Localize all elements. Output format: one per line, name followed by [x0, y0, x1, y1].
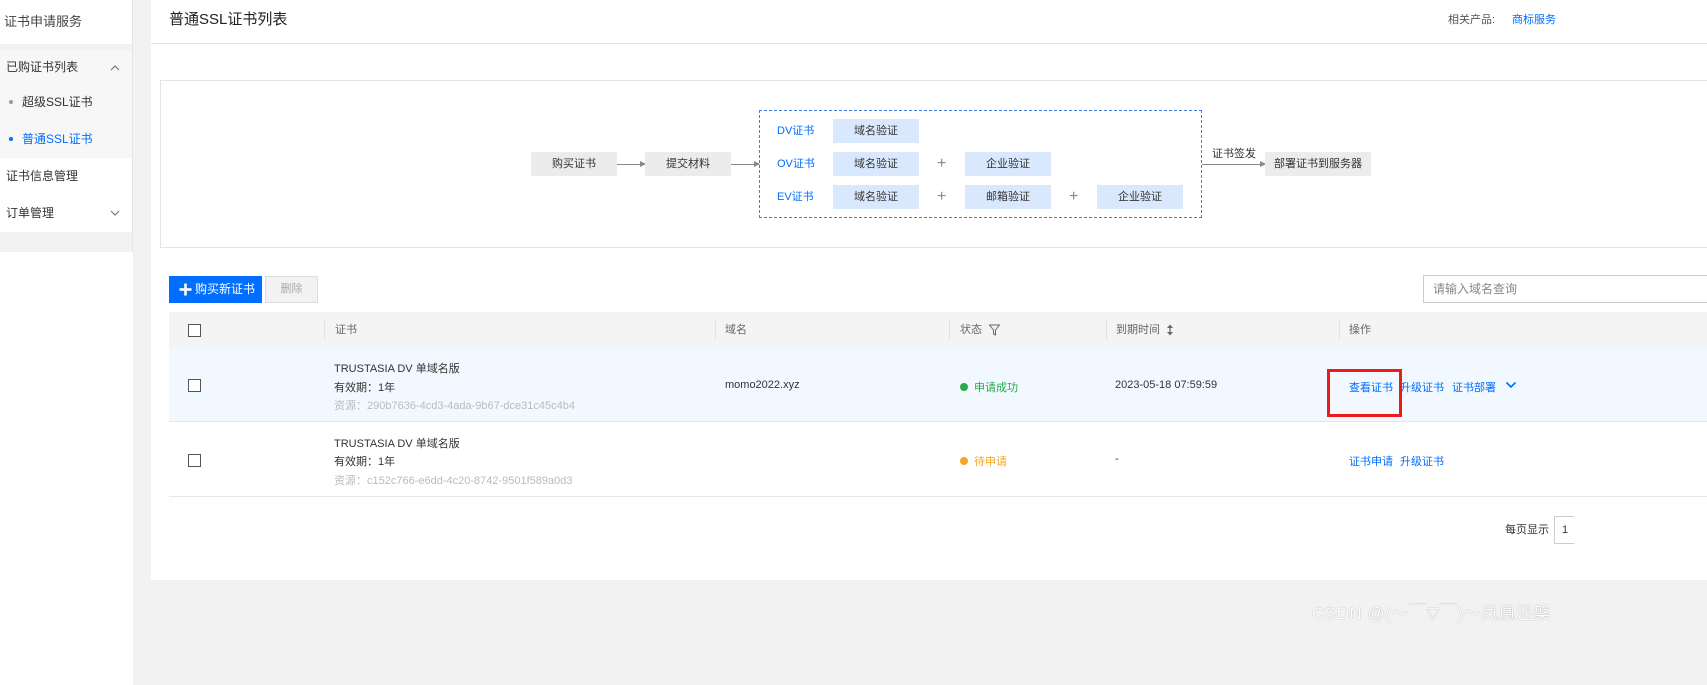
per-page-label: 每页显示	[1505, 524, 1549, 536]
sidebar-item-normal-ssl[interactable]: 普通SSL证书	[0, 121, 132, 158]
plus-icon	[179, 283, 192, 296]
flow-step-domain-verify: 域名验证	[833, 152, 919, 176]
per-page-select[interactable]: 1	[1554, 516, 1574, 544]
domain-search-input[interactable]	[1423, 275, 1707, 303]
flow-label-issue: 证书签发	[1212, 148, 1256, 160]
status-badge: 申请成功	[960, 379, 1018, 395]
row-checkbox[interactable]	[188, 454, 201, 467]
sidebar-item-label: 超级SSL证书	[22, 95, 93, 109]
cert-expiry: -	[1115, 453, 1119, 465]
arrow-icon	[1202, 161, 1266, 167]
page-title: 普通SSL证书列表	[169, 11, 288, 28]
sidebar-item-label: 普通SSL证书	[22, 132, 93, 146]
chevron-down-icon	[110, 210, 120, 216]
status-dot-icon	[960, 383, 968, 391]
flow-step-buy: 购买证书	[531, 152, 617, 176]
cert-name: TRUSTASIA DV 单域名版	[334, 438, 460, 450]
status-text: 待申请	[974, 456, 1007, 468]
flow-label-ov: OV证书	[777, 158, 815, 170]
cert-validity: 有效期：1年	[334, 382, 396, 394]
select-all-checkbox[interactable]	[188, 324, 201, 337]
column-header-status: 状态	[960, 324, 982, 336]
column-header-expiry: 到期时间	[1116, 324, 1160, 336]
sidebar-group-purchased[interactable]: 已购证书列表	[0, 50, 132, 84]
sidebar-group-label: 已购证书列表	[6, 60, 79, 74]
sidebar-item-orders[interactable]: 订单管理	[0, 195, 132, 232]
sidebar-background	[0, 252, 133, 685]
upgrade-cert-link[interactable]: 升级证书	[1400, 453, 1444, 469]
flow-label-dv: DV证书	[777, 125, 815, 137]
buy-new-cert-button[interactable]: 购买新证书	[169, 276, 262, 303]
status-badge: 待申请	[960, 453, 1007, 469]
flow-step-domain-verify: 域名验证	[833, 185, 919, 209]
main-panel: 普通SSL证书列表 相关产品: 商标服务 购买证书 提交材料 DV证书 域名验证…	[151, 0, 1707, 580]
chevron-down-icon[interactable]	[1505, 380, 1517, 390]
flow-label-ev: EV证书	[777, 191, 814, 203]
column-header-actions: 操作	[1349, 324, 1371, 336]
cert-domain: momo2022.xyz	[725, 379, 800, 391]
plus-icon: +	[937, 188, 947, 205]
table-row: TRUSTASIA DV 单域名版 有效期：1年 资源：c152c766-e6d…	[169, 423, 1707, 497]
table-row: TRUSTASIA DV 单域名版 有效期：1年 资源：290b7636-4cd…	[169, 348, 1707, 422]
column-header-domain: 域名	[725, 324, 747, 336]
sidebar-item-label: 证书信息管理	[6, 169, 79, 183]
sidebar-item-label: 订单管理	[6, 206, 55, 220]
column-divider	[715, 320, 716, 340]
cert-expiry: 2023-05-18 07:59:59	[1115, 379, 1218, 391]
column-divider	[324, 320, 325, 340]
cert-validity: 有效期：1年	[334, 456, 396, 468]
plus-icon: +	[937, 155, 947, 172]
sidebar-item-cert-info[interactable]: 证书信息管理	[0, 158, 132, 195]
deploy-cert-link[interactable]: 证书部署	[1452, 379, 1496, 395]
flow-step-email-verify: 邮箱验证	[965, 185, 1051, 209]
watermark: CSDN @(～￣▽￣)～凤凰涅槃	[1312, 604, 1552, 623]
arrow-icon	[617, 161, 646, 167]
bullet-icon	[9, 137, 13, 141]
column-divider	[1106, 320, 1107, 340]
trademark-service-link[interactable]: 商标服务	[1512, 0, 1556, 40]
arrow-icon	[731, 161, 760, 167]
related-products-label: 相关产品:	[1448, 14, 1496, 26]
highlight-box	[1327, 369, 1402, 417]
filter-icon[interactable]	[989, 324, 1000, 336]
flow-step-domain-verify: 域名验证	[833, 119, 919, 143]
column-header-cert: 证书	[335, 324, 357, 336]
bullet-icon	[9, 100, 13, 104]
delete-button[interactable]: 删除	[265, 276, 318, 303]
status-dot-icon	[960, 457, 968, 465]
apply-cert-link[interactable]: 证书申请	[1349, 453, 1393, 469]
sort-icon[interactable]	[1166, 324, 1174, 336]
flow-step-company-verify: 企业验证	[1097, 185, 1183, 209]
cert-name: TRUSTASIA DV 单域名版	[334, 363, 460, 375]
column-divider	[1339, 320, 1340, 340]
table-header: 证书 域名 状态 到期时间 操作	[169, 312, 1707, 348]
process-flow-diagram: 购买证书 提交材料 DV证书 域名验证 OV证书 域名验证 + 企业验证 EV证…	[160, 80, 1707, 248]
page-header: 普通SSL证书列表 相关产品: 商标服务	[151, 0, 1707, 44]
sidebar-item-super-ssl[interactable]: 超级SSL证书	[0, 84, 132, 121]
cert-resource-id: 资源：c152c766-e6dd-4c20-8742-9501f589a0d3	[334, 475, 573, 487]
column-divider	[949, 320, 950, 340]
flow-step-submit: 提交材料	[645, 152, 731, 176]
cert-resource-id: 资源：290b7636-4cd3-4ada-9b67-dce31c45c4b4	[334, 400, 575, 412]
buy-new-cert-label: 购买新证书	[195, 282, 256, 296]
flow-step-company-verify: 企业验证	[965, 152, 1051, 176]
chevron-up-icon	[110, 65, 120, 71]
sidebar-title: 证书申请服务	[0, 0, 132, 44]
flow-step-deploy: 部署证书到服务器	[1265, 152, 1371, 176]
plus-icon: +	[1069, 188, 1079, 205]
upgrade-cert-link[interactable]: 升级证书	[1400, 379, 1444, 395]
status-text: 申请成功	[974, 382, 1018, 394]
row-checkbox[interactable]	[188, 379, 201, 392]
